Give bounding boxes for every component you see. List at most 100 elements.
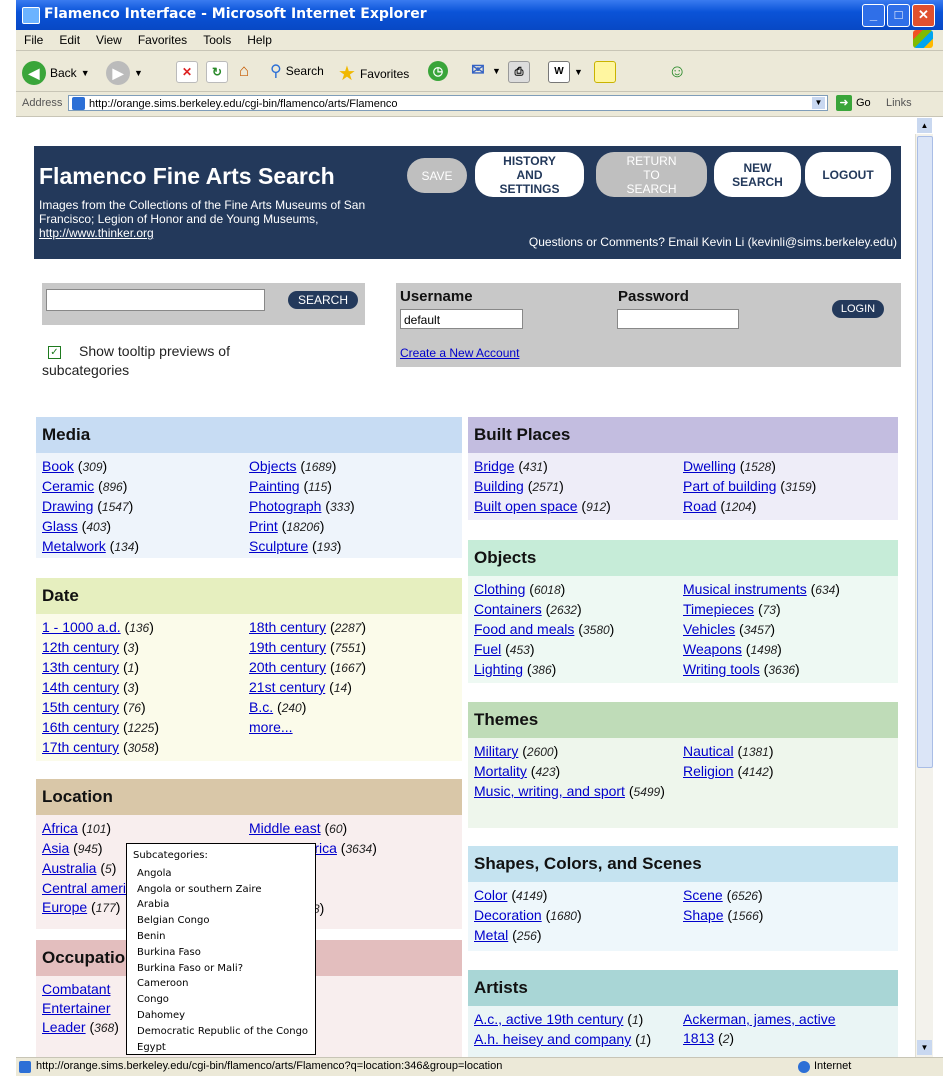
category-link[interactable]: Objects xyxy=(249,458,296,474)
category-link[interactable]: Book xyxy=(42,458,74,474)
maximize-icon[interactable]: □ xyxy=(887,4,910,27)
category-link[interactable]: Entertainer xyxy=(42,1000,110,1016)
category-link[interactable]: Clothing xyxy=(474,581,525,597)
category-link[interactable]: Combatant xyxy=(42,981,110,997)
category-link[interactable]: Metal xyxy=(474,927,508,943)
category-link[interactable]: Australia xyxy=(42,860,96,876)
minimize-icon[interactable]: _ xyxy=(862,4,885,27)
category-link[interactable]: Decoration xyxy=(474,907,542,923)
logout-button[interactable]: LOGOUT xyxy=(805,152,891,197)
category-link[interactable]: Writing tools xyxy=(683,661,760,677)
login-button[interactable]: LOGIN xyxy=(832,300,884,318)
return-to-search-button[interactable]: RETURN TO SEARCH xyxy=(596,152,707,197)
category-link[interactable]: 20th century xyxy=(249,659,326,675)
history-settings-button[interactable]: HISTORY AND SETTINGS xyxy=(475,152,584,197)
category-link[interactable]: Metalwork xyxy=(42,538,106,554)
mail-button[interactable]: ✉ ▼ xyxy=(468,61,501,81)
category-link[interactable]: Military xyxy=(474,743,518,759)
messenger-button[interactable]: ☺ xyxy=(668,61,686,82)
category-link[interactable]: Painting xyxy=(249,478,300,494)
category-link[interactable]: Food and meals xyxy=(474,621,574,637)
links-button[interactable]: Links xyxy=(886,97,912,109)
category-link[interactable]: Road xyxy=(683,498,716,514)
category-link[interactable]: 21st century xyxy=(249,679,325,695)
category-link[interactable]: Weapons xyxy=(683,641,742,657)
category-link[interactable]: Nautical xyxy=(683,743,734,759)
category-link[interactable]: 15th century xyxy=(42,699,119,715)
category-link[interactable]: Building xyxy=(474,478,524,494)
address-dropdown-icon[interactable]: ▼ xyxy=(812,97,825,109)
category-link[interactable]: Music, writing, and sport xyxy=(474,783,625,799)
category-link[interactable]: 1 - 1000 a.d. xyxy=(42,619,121,635)
category-link[interactable]: Color xyxy=(474,887,507,903)
more-link[interactable]: more... xyxy=(249,719,293,735)
search-input[interactable] xyxy=(46,289,265,311)
category-link[interactable]: Photograph xyxy=(249,498,321,514)
category-link[interactable]: 1813 xyxy=(683,1030,714,1046)
menu-edit[interactable]: Edit xyxy=(59,33,80,47)
category-link[interactable]: Lighting xyxy=(474,661,523,677)
print-button[interactable]: ⎙ xyxy=(508,61,530,83)
category-link[interactable]: A.h. heisey and company xyxy=(474,1031,631,1047)
scroll-down-icon[interactable]: ▼ xyxy=(917,1040,932,1055)
scrollbar-thumb[interactable] xyxy=(917,136,933,768)
category-link[interactable]: Built open space xyxy=(474,498,578,514)
category-link[interactable]: A.c., active 19th century xyxy=(474,1011,623,1027)
category-link[interactable]: 19th century xyxy=(249,639,326,655)
password-input[interactable] xyxy=(617,309,739,329)
category-link[interactable]: Leader xyxy=(42,1019,86,1035)
refresh-button[interactable]: ↻ xyxy=(206,61,228,83)
vertical-scrollbar[interactable]: ▲ ▼ xyxy=(915,118,933,1057)
category-link[interactable]: B.c. xyxy=(249,699,273,715)
create-account-link[interactable]: Create a New Account xyxy=(400,346,519,360)
category-link[interactable]: Bridge xyxy=(474,458,514,474)
category-link[interactable]: Scene xyxy=(683,887,723,903)
menu-file[interactable]: File xyxy=(24,33,43,47)
category-link[interactable]: Middle east xyxy=(249,820,321,836)
category-link[interactable]: Africa xyxy=(42,820,78,836)
menu-view[interactable]: View xyxy=(96,33,122,47)
save-button[interactable]: SAVE xyxy=(407,158,467,193)
category-link[interactable]: Glass xyxy=(42,518,78,534)
scroll-up-icon[interactable]: ▲ xyxy=(917,118,932,133)
category-link[interactable]: Timepieces xyxy=(683,601,754,617)
history-button[interactable]: ◷ xyxy=(428,61,448,81)
category-link[interactable]: Part of building xyxy=(683,478,776,494)
new-search-button[interactable]: NEW SEARCH xyxy=(714,152,801,197)
category-link[interactable]: Europe xyxy=(42,899,87,915)
search-button[interactable]: ⚲ Search xyxy=(270,61,324,81)
category-link[interactable]: Drawing xyxy=(42,498,93,514)
category-link[interactable]: Print xyxy=(249,518,278,534)
address-input[interactable]: http://orange.sims.berkeley.edu/cgi-bin/… xyxy=(68,95,828,111)
category-link[interactable]: 16th century xyxy=(42,719,119,735)
category-link[interactable]: 14th century xyxy=(42,679,119,695)
go-button[interactable]: Go xyxy=(856,97,871,109)
thinker-link[interactable]: http://www.thinker.org xyxy=(39,226,154,240)
tooltip-preview-checkbox[interactable]: ✓ xyxy=(48,345,61,359)
category-link[interactable]: Fuel xyxy=(474,641,501,657)
close-icon[interactable]: ✕ xyxy=(912,4,935,27)
category-link[interactable]: Shape xyxy=(683,907,723,923)
forward-button[interactable]: ▶ ▼ xyxy=(106,61,143,85)
category-link[interactable]: Ceramic xyxy=(42,478,94,494)
go-arrow-icon[interactable]: ➜ xyxy=(836,95,852,111)
category-link[interactable]: 17th century xyxy=(42,739,119,755)
category-link[interactable]: Vehicles xyxy=(683,621,735,637)
discuss-button[interactable] xyxy=(594,61,616,83)
menu-help[interactable]: Help xyxy=(247,33,272,47)
back-button[interactable]: ◀ Back ▼ xyxy=(22,61,90,85)
menu-tools[interactable]: Tools xyxy=(203,33,231,47)
username-input[interactable]: default xyxy=(400,309,523,329)
category-link[interactable]: Musical instruments xyxy=(683,581,807,597)
category-link[interactable]: 12th century xyxy=(42,639,119,655)
category-link[interactable]: 18th century xyxy=(249,619,326,635)
category-link[interactable]: Mortality xyxy=(474,763,527,779)
home-button[interactable]: ⌂ xyxy=(234,61,254,81)
category-link[interactable]: Ackerman, james, active xyxy=(683,1011,836,1027)
edit-button[interactable]: W ▼ xyxy=(548,61,583,83)
category-link[interactable]: Containers xyxy=(474,601,542,617)
category-link[interactable]: 13th century xyxy=(42,659,119,675)
category-link[interactable]: Religion xyxy=(683,763,734,779)
search-submit-button[interactable]: SEARCH xyxy=(288,291,358,309)
menu-favorites[interactable]: Favorites xyxy=(138,33,187,47)
